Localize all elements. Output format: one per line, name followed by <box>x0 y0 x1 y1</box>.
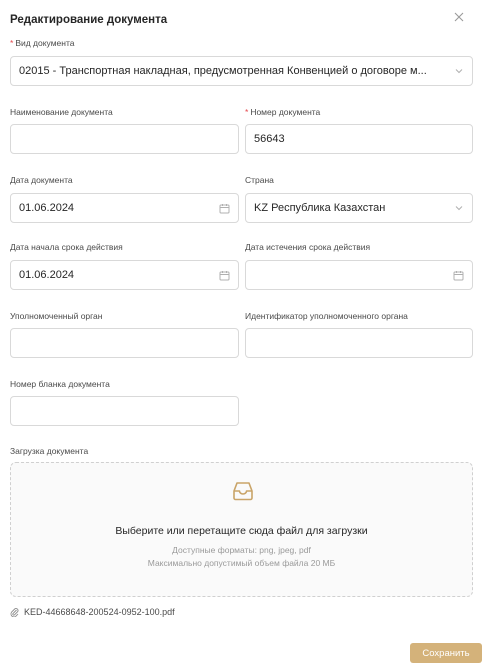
upload-formats: Доступные форматы: png, jpeg, pdf <box>172 545 311 555</box>
doc-type-select[interactable]: 02015 - Транспортная накладная, предусмо… <box>10 56 473 86</box>
doc-name-label: Наименование документа <box>10 107 113 117</box>
authority-label: Уполномоченный орган <box>10 311 103 321</box>
chevron-down-icon <box>455 69 463 74</box>
valid-from-picker[interactable]: 01.06.2024 <box>10 260 239 290</box>
country-value: KZ Республика Казахстан <box>254 202 386 214</box>
valid-from-value: 01.06.2024 <box>19 269 75 281</box>
upload-dropzone[interactable]: Выберите или перетащите сюда файл для за… <box>10 462 473 597</box>
doc-name-input[interactable] <box>10 124 239 154</box>
doc-type-label: * Вид документа <box>10 38 75 48</box>
authority-id-input[interactable] <box>245 328 473 358</box>
close-icon[interactable] <box>452 10 466 24</box>
valid-to-label: Дата истечения срока действия <box>245 242 371 252</box>
doc-number-input[interactable]: 56643 <box>245 124 473 154</box>
doc-type-value: 02015 - Транспортная накладная, предусмо… <box>19 65 427 77</box>
file-name[interactable]: KED-44668648-200524-0952-100.pdf <box>24 607 175 617</box>
valid-from-label: Дата начала срока действия <box>10 242 123 252</box>
doc-date-picker[interactable]: 01.06.2024 <box>10 193 239 223</box>
doc-date-label: Дата документа <box>10 175 73 185</box>
chevron-down-icon <box>455 206 463 211</box>
authority-id-label: Идентификатор уполномоченного органа <box>245 311 408 321</box>
authority-input[interactable] <box>10 328 239 358</box>
doc-number-label: * Номер документа <box>245 107 321 117</box>
upload-title: Выберите или перетащите сюда файл для за… <box>115 525 368 537</box>
calendar-icon[interactable] <box>453 270 464 281</box>
country-label: Страна <box>245 175 274 185</box>
doc-date-value: 01.06.2024 <box>19 202 75 214</box>
upload-max-size: Максимально допустимый объем файла 20 МБ <box>147 558 336 568</box>
attached-file[interactable]: KED-44668648-200524-0952-100.pdf <box>10 607 175 617</box>
calendar-icon[interactable] <box>219 203 230 214</box>
inbox-icon <box>233 482 253 501</box>
paperclip-icon <box>10 608 19 617</box>
modal-title: Редактирование документа <box>10 14 168 26</box>
required-marker: * <box>245 107 249 117</box>
doc-number-value: 56643 <box>254 133 285 145</box>
valid-to-picker[interactable] <box>245 260 473 290</box>
blank-number-label: Номер бланка документа <box>10 379 110 389</box>
country-select[interactable]: KZ Республика Казахстан <box>245 193 473 223</box>
blank-number-input[interactable] <box>10 396 239 426</box>
save-button[interactable]: Сохранить <box>410 643 482 663</box>
required-marker: * <box>10 38 14 48</box>
upload-label: Загрузка документа <box>10 446 89 456</box>
calendar-icon[interactable] <box>219 270 230 281</box>
